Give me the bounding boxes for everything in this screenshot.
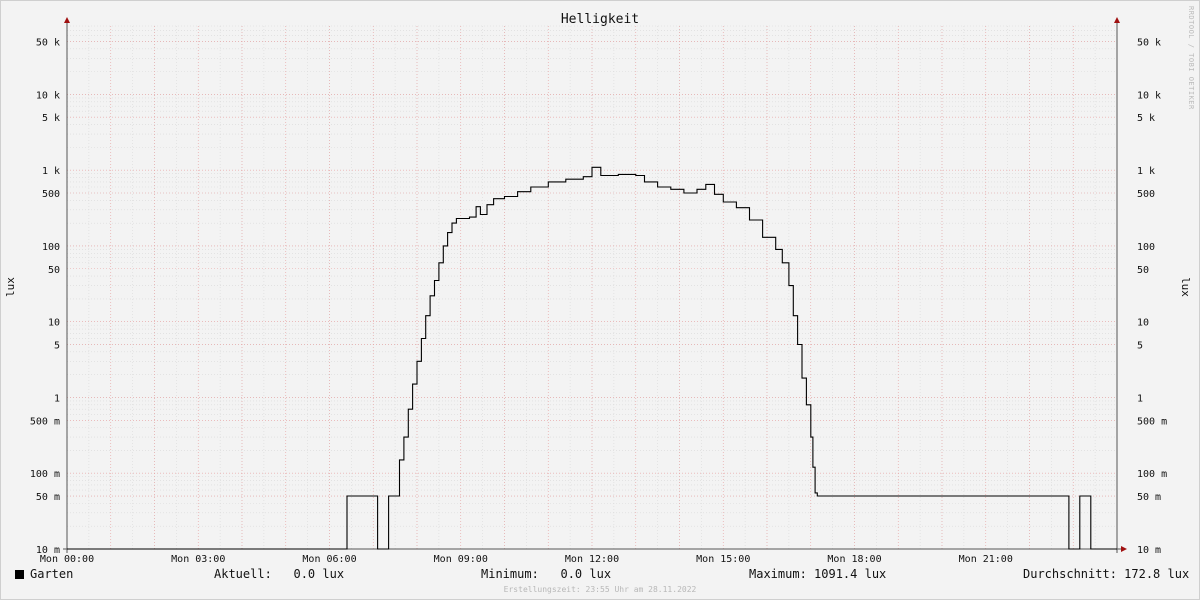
y-tick-label-right: 10 k xyxy=(1137,90,1161,101)
y-tick-label-right: 1 xyxy=(1137,393,1143,404)
x-tick-label: Mon 21:00 xyxy=(959,554,1013,565)
y-tick-label-left: 10 xyxy=(48,318,60,329)
y-tick-label-left: 100 m xyxy=(30,469,60,480)
y-tick-label-right: 50 m xyxy=(1137,492,1161,503)
y-tick-label-right: 100 m xyxy=(1137,469,1167,480)
x-tick-label: Mon 00:00 xyxy=(40,554,94,565)
y-tick-label-right: 500 xyxy=(1137,189,1155,200)
y-tick-label-right: 5 k xyxy=(1137,113,1155,124)
stat-average: Durchschnitt: 172.8 lux xyxy=(1023,567,1190,581)
x-tick-label: Mon 12:00 xyxy=(565,554,619,565)
y-tick-label-left: 1 xyxy=(54,393,60,404)
y-tick-label-right: 1 k xyxy=(1137,166,1155,177)
y-axis-label-left: lux xyxy=(4,277,17,297)
x-tick-label: Mon 03:00 xyxy=(171,554,225,565)
y-tick-label-left: 1 k xyxy=(42,166,60,177)
legend-swatch-garten xyxy=(15,570,24,579)
y-tick-label-right: 5 xyxy=(1137,341,1143,352)
x-tick-label: Mon 09:00 xyxy=(434,554,488,565)
y-tick-label-left: 500 m xyxy=(30,416,60,427)
y-tick-label-left: 50 xyxy=(48,265,60,276)
chart-canvas: Helligkeit lux lux RRDTOOL / TOBI OETIKE… xyxy=(4,6,1195,565)
y-tick-label-left: 500 xyxy=(42,189,60,200)
axes xyxy=(63,17,1127,553)
y-axis-label-right: lux xyxy=(1179,277,1192,297)
grid xyxy=(66,25,1118,550)
y-tick-label-right: 10 m xyxy=(1137,545,1161,556)
y-tick-label-right: 500 m xyxy=(1137,416,1167,427)
y-tick-label-right: 100 xyxy=(1137,242,1155,253)
legend-series-name: Garten xyxy=(30,567,74,581)
chart-title: Helligkeit xyxy=(561,12,639,27)
y-tick-label-right: 50 xyxy=(1137,265,1149,276)
tick-labels: 50 k 50 k 10 k 10 k 5 k 5 k 1 k 1 k 500 500 100 100… xyxy=(30,37,1167,565)
y-tick-label-left: 50 m xyxy=(36,492,60,503)
y-tick-label-left: 100 xyxy=(42,242,60,253)
y-axis-arrow-right xyxy=(1114,17,1120,23)
watermark: RRDTOOL / TOBI OETIKER xyxy=(1187,6,1195,110)
y-tick-label-left: 10 k xyxy=(36,90,60,101)
y-tick-label-left: 50 k xyxy=(36,37,60,48)
y-tick-label-right: 50 k xyxy=(1137,37,1161,48)
x-axis-arrow xyxy=(1121,546,1127,552)
footer-timestamp: Erstellungszeit: 23:55 Uhr am 28.11.2022 xyxy=(503,585,697,594)
x-tick-label: Mon 15:00 xyxy=(696,554,750,565)
stat-current: Aktuell: 0.0 lux xyxy=(214,567,345,581)
y-tick-label-left: 5 k xyxy=(42,113,60,124)
y-tick-label-right: 10 xyxy=(1137,318,1149,329)
y-axis-arrow-left xyxy=(64,17,70,23)
x-tick-label: Mon 06:00 xyxy=(302,554,356,565)
x-tick-label: Mon 18:00 xyxy=(827,554,881,565)
stat-minimum: Minimum: 0.0 lux xyxy=(481,567,612,581)
y-tick-label-left: 5 xyxy=(54,341,60,352)
stat-maximum: Maximum: 1091.4 lux xyxy=(749,567,887,581)
